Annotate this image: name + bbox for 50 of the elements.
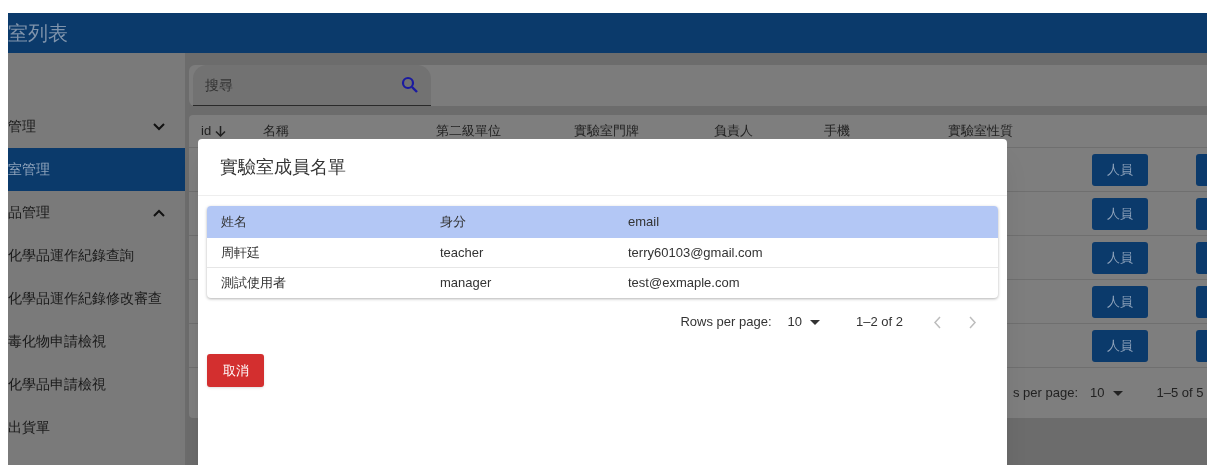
members-button[interactable]: 人員 bbox=[1092, 153, 1148, 186]
column-header[interactable]: 身分 bbox=[440, 214, 466, 230]
rows-per-page-label: s per page: bbox=[1013, 384, 1079, 403]
sidebar-item[interactable]: 出貨單 bbox=[8, 406, 185, 449]
chevron-up-icon bbox=[153, 208, 165, 217]
column-header[interactable]: id bbox=[201, 121, 212, 141]
column-header[interactable]: email bbox=[628, 214, 660, 230]
sidebar-item[interactable]: 毒化物申請檢視 bbox=[8, 320, 185, 363]
table-cell: 周軒廷 bbox=[221, 244, 260, 260]
members-button[interactable]: 人員 bbox=[1092, 197, 1148, 230]
column-header[interactable]: 第二級單位 bbox=[436, 121, 501, 141]
action-button[interactable] bbox=[1196, 285, 1207, 318]
column-header[interactable]: 實驗室性質 bbox=[948, 121, 1013, 141]
search-field[interactable]: 搜尋 bbox=[193, 65, 431, 106]
page-range: 1–5 of 5 bbox=[1156, 384, 1204, 403]
action-button[interactable] bbox=[1196, 329, 1207, 362]
chevron-down-icon bbox=[153, 122, 165, 131]
rows-per-page-label: Rows per page: bbox=[680, 313, 772, 332]
column-header[interactable]: 名稱 bbox=[263, 121, 289, 141]
members-button[interactable]: 人員 bbox=[1092, 329, 1148, 362]
table-cell: test@exmaple.com bbox=[628, 275, 740, 291]
members-button[interactable]: 人員 bbox=[1092, 241, 1148, 274]
sidebar-item[interactable]: 管理 bbox=[8, 105, 185, 148]
table-cell: 測試使用者 bbox=[221, 275, 286, 291]
action-button[interactable] bbox=[1196, 153, 1207, 186]
rows-per-page-select[interactable]: 10 bbox=[1090, 383, 1123, 403]
column-header[interactable]: 手機 bbox=[824, 121, 850, 141]
sidebar-item[interactable]: 化學品運作紀錄修改審查 bbox=[8, 277, 185, 320]
members-button[interactable]: 人員 bbox=[1092, 285, 1148, 318]
column-header[interactable]: 負責人 bbox=[714, 121, 753, 141]
dialog-title: 實驗室成員名單 bbox=[220, 155, 346, 179]
action-button[interactable] bbox=[1196, 197, 1207, 230]
table-cell: terry60103@gmail.com bbox=[628, 244, 763, 260]
table-cell: teacher bbox=[440, 244, 484, 260]
sort-arrow-icon[interactable] bbox=[215, 125, 227, 137]
dropdown-caret-icon bbox=[1112, 390, 1123, 396]
column-header[interactable]: 姓名 bbox=[221, 214, 247, 230]
sidebar-item[interactable]: 品管理 bbox=[8, 191, 185, 234]
dropdown-caret-icon bbox=[810, 319, 820, 325]
page-range: 1–2 of 2 bbox=[856, 313, 903, 332]
page-title: 室列表 bbox=[8, 21, 68, 46]
sidebar-item[interactable]: 室管理 bbox=[8, 148, 185, 191]
column-header[interactable]: 實驗室門牌 bbox=[574, 121, 639, 141]
cancel-button[interactable]: 取消 bbox=[207, 354, 264, 387]
search-icon[interactable] bbox=[401, 76, 419, 94]
sidebar-item[interactable]: 化學品申請檢視 bbox=[8, 363, 185, 406]
table-cell: manager bbox=[440, 275, 492, 291]
rows-per-page-select[interactable]: 10 bbox=[787, 312, 820, 332]
action-button[interactable] bbox=[1196, 241, 1207, 274]
sidebar-item[interactable]: 化學品運作紀錄查詢 bbox=[8, 234, 185, 277]
